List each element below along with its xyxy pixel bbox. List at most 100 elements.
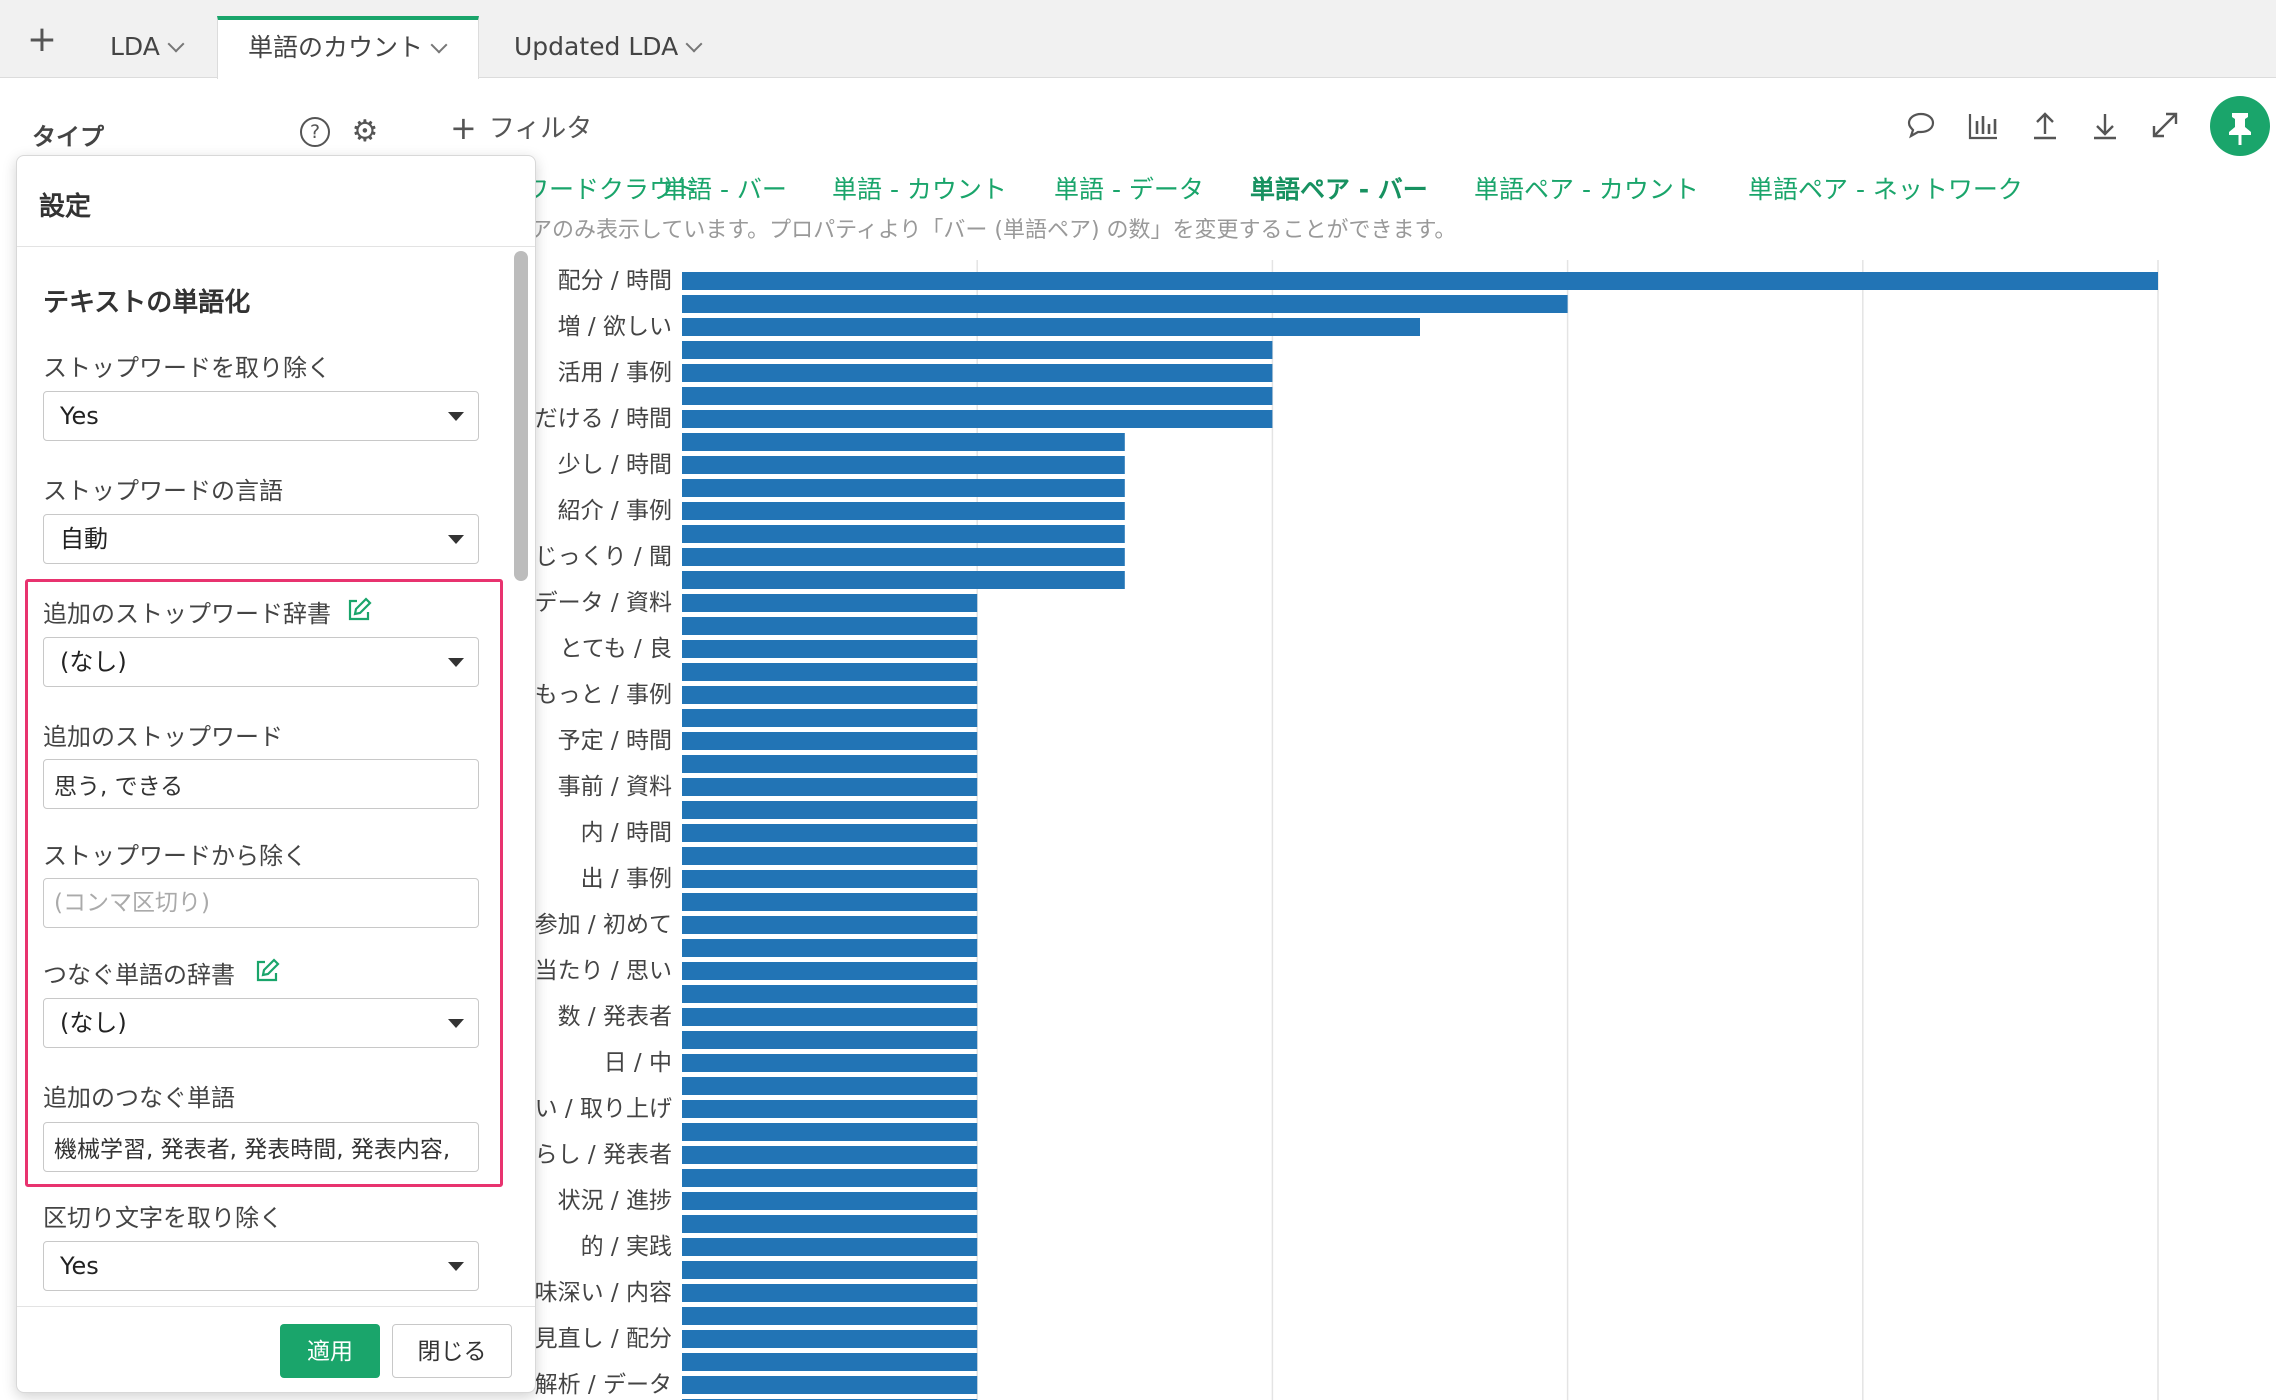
chart-bar[interactable] bbox=[682, 1261, 978, 1279]
chart-bar[interactable] bbox=[682, 433, 1125, 451]
pin-button[interactable] bbox=[2210, 96, 2270, 156]
chart-bar[interactable] bbox=[682, 870, 978, 888]
chart-bar[interactable] bbox=[682, 916, 978, 934]
comment-icon[interactable] bbox=[1904, 108, 1938, 142]
chart-bar[interactable] bbox=[682, 1307, 978, 1325]
extra-stopword-dict-label: 追加のストップワード辞書 bbox=[43, 600, 331, 628]
remove-punct-select[interactable]: Yes bbox=[43, 1241, 479, 1291]
chart-bar[interactable] bbox=[682, 318, 1420, 336]
chart-bar[interactable] bbox=[682, 1100, 978, 1118]
chart-bar[interactable] bbox=[682, 1238, 978, 1256]
close-button[interactable]: 閉じる bbox=[392, 1324, 512, 1378]
stopwords-remove-label: ストップワードを取り除く bbox=[43, 354, 331, 382]
tab-updated-lda[interactable]: Updated LDA bbox=[514, 16, 703, 78]
chart-bar[interactable] bbox=[682, 1284, 978, 1302]
chart-bar[interactable] bbox=[682, 1054, 978, 1072]
chart-bar[interactable] bbox=[682, 387, 1273, 405]
chart-bar[interactable] bbox=[682, 1330, 978, 1348]
chart-bar[interactable] bbox=[682, 1031, 978, 1049]
edit-icon[interactable] bbox=[345, 596, 373, 624]
extra-compound-input[interactable] bbox=[43, 1122, 479, 1172]
tab-word-count[interactable]: 単語のカウント bbox=[217, 16, 479, 79]
chevron-down-icon bbox=[685, 35, 703, 53]
chart-category-label: 的 / 実践 bbox=[581, 1234, 672, 1260]
chart-bar[interactable] bbox=[682, 410, 1273, 428]
chart-bar[interactable] bbox=[682, 479, 1125, 497]
chart-bar[interactable] bbox=[682, 663, 978, 681]
chart-bar[interactable] bbox=[682, 755, 978, 773]
help-icon[interactable]: ? bbox=[300, 117, 330, 147]
chart-bar[interactable] bbox=[682, 939, 978, 957]
chart-bar[interactable] bbox=[682, 962, 978, 980]
chart-bar[interactable] bbox=[682, 525, 1125, 543]
chart-bar[interactable] bbox=[682, 272, 2158, 290]
apply-button[interactable]: 適用 bbox=[280, 1324, 380, 1378]
chart-bar[interactable] bbox=[682, 732, 978, 750]
stopwords-remove-select[interactable]: Yes bbox=[43, 391, 479, 441]
chart-bar[interactable] bbox=[682, 847, 978, 865]
select-value: 自動 bbox=[60, 525, 108, 553]
plus-icon: + bbox=[450, 109, 477, 147]
chart-bar[interactable] bbox=[682, 1169, 978, 1187]
chevron-down-icon bbox=[430, 36, 448, 54]
tab-lda[interactable]: LDA bbox=[110, 16, 185, 78]
gear-icon[interactable]: ⚙ bbox=[350, 117, 380, 147]
chart-bar[interactable] bbox=[682, 640, 978, 658]
chart-bar[interactable] bbox=[682, 686, 978, 704]
chart-tab-word-count[interactable]: 単語 - カウント bbox=[832, 170, 1007, 206]
chart-bar[interactable] bbox=[682, 893, 978, 911]
chart-bar[interactable] bbox=[682, 985, 978, 1003]
chart-bar[interactable] bbox=[682, 456, 1125, 474]
chart-bar[interactable] bbox=[682, 295, 1568, 313]
extra-stopword-dict-select[interactable]: (なし) bbox=[43, 637, 479, 687]
tab-label: LDA bbox=[110, 32, 160, 61]
exclude-stopwords-input[interactable] bbox=[43, 878, 479, 928]
extra-stopwords-input[interactable] bbox=[43, 759, 479, 809]
stopwords-lang-select[interactable]: 自動 bbox=[43, 514, 479, 564]
add-filter-button[interactable]: + フィルタ bbox=[450, 108, 592, 147]
chart-bar[interactable] bbox=[682, 617, 978, 635]
chart-bar[interactable] bbox=[682, 548, 1125, 566]
chart-category-label: 味深い / 内容 bbox=[535, 1280, 672, 1306]
chart-bar[interactable] bbox=[682, 778, 978, 796]
extra-compound-label: 追加のつなぐ単語 bbox=[43, 1084, 235, 1112]
chart-bar[interactable] bbox=[682, 1192, 978, 1210]
chart-bar[interactable] bbox=[682, 1123, 978, 1141]
compound-dict-select[interactable]: (なし) bbox=[43, 998, 479, 1048]
edit-icon[interactable] bbox=[253, 957, 281, 985]
chart-bar[interactable] bbox=[682, 1376, 978, 1394]
chart-category-label: 事前 / 資料 bbox=[558, 774, 672, 800]
chart-bar[interactable] bbox=[682, 824, 978, 842]
chart-bar[interactable] bbox=[682, 801, 978, 819]
chart-bar[interactable] bbox=[682, 1353, 978, 1371]
download-icon[interactable] bbox=[2088, 108, 2122, 142]
chart-category-label: 解析 / データ bbox=[535, 1372, 672, 1398]
chart-bar[interactable] bbox=[682, 709, 978, 727]
chart-tab-wordpair-bar[interactable]: 単語ペア - バー bbox=[1250, 170, 1428, 206]
chart-bar[interactable] bbox=[682, 1008, 978, 1026]
chart-tab-wordpair-count[interactable]: 単語ペア - カウント bbox=[1474, 170, 1699, 206]
chart-tab-word-data[interactable]: 単語 - データ bbox=[1054, 170, 1204, 206]
pin-icon bbox=[2229, 113, 2251, 145]
chart-tab-wordpair-network[interactable]: 単語ペア - ネットワーク bbox=[1748, 170, 2023, 206]
chart-tab-word-bar[interactable]: 単語 - バー bbox=[662, 170, 787, 206]
chart-category-label: い / 取り上げ bbox=[535, 1096, 672, 1122]
add-tab-icon[interactable]: + bbox=[24, 22, 60, 58]
chart-bar[interactable] bbox=[682, 1215, 978, 1233]
scrollbar-thumb[interactable] bbox=[514, 251, 528, 581]
caret-down-icon bbox=[448, 1019, 464, 1028]
chart-bar[interactable] bbox=[682, 502, 1125, 520]
chart-bar[interactable] bbox=[682, 341, 1273, 359]
chart-bar[interactable] bbox=[682, 1077, 978, 1095]
chart-category-label: 少し / 時間 bbox=[558, 452, 672, 478]
chart-bar[interactable] bbox=[682, 571, 1125, 589]
expand-icon[interactable] bbox=[2148, 108, 2182, 142]
chart-category-label: 紹介 / 事例 bbox=[558, 498, 672, 524]
chart-info-text: アのみ表示しています。プロパティより「バー (単語ペア) の数」を変更することが… bbox=[530, 218, 1457, 243]
chart-category-label: 見直し / 配分 bbox=[535, 1326, 672, 1352]
upload-icon[interactable] bbox=[2028, 108, 2062, 142]
chart-icon[interactable] bbox=[1966, 108, 2000, 142]
chart-bar[interactable] bbox=[682, 1146, 978, 1164]
chart-bar[interactable] bbox=[682, 364, 1273, 382]
chart-bar[interactable] bbox=[682, 594, 978, 612]
